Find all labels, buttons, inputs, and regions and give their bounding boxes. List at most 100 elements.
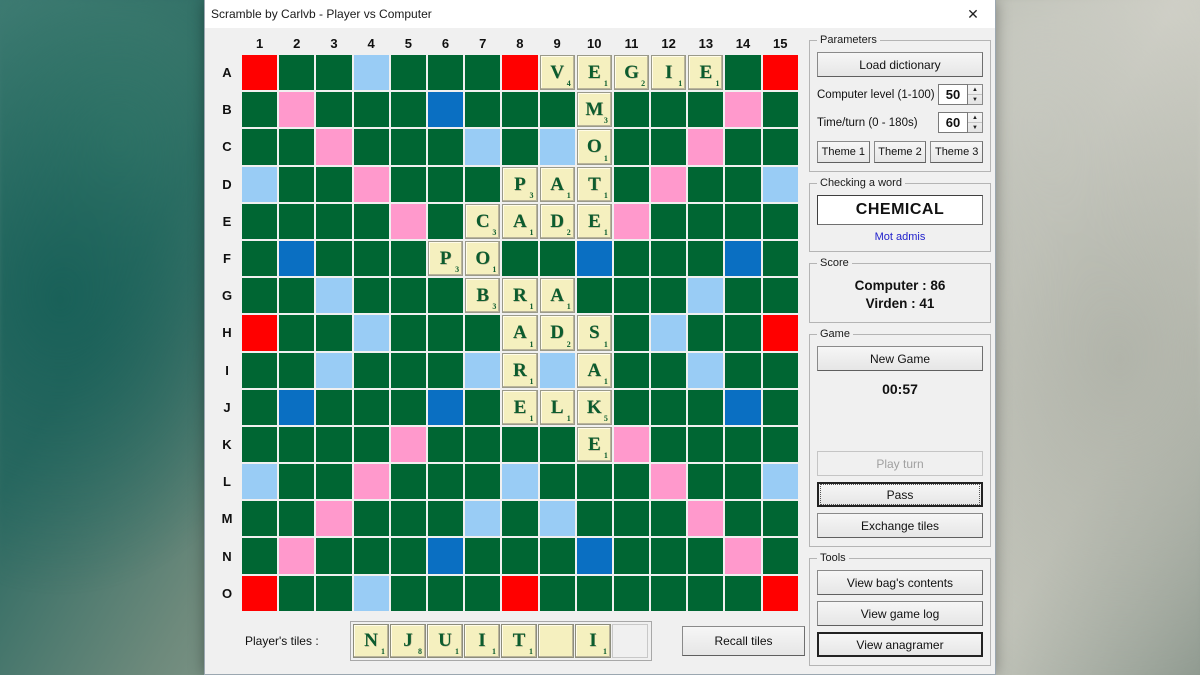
board-cell-N1[interactable] <box>241 537 279 575</box>
board-cell-O6[interactable] <box>426 574 465 612</box>
board-cell-K10[interactable]: E1 <box>575 425 613 464</box>
board-cell-A15[interactable] <box>761 54 799 92</box>
board-cell-D5[interactable] <box>389 165 427 203</box>
board-cell-C8[interactable] <box>501 128 539 166</box>
computer-level-stepper[interactable]: 50 ▲ ▼ <box>938 84 983 105</box>
board-cell-G12[interactable] <box>650 277 688 315</box>
board-cell-M3[interactable] <box>315 500 353 538</box>
board-cell-H2[interactable] <box>278 314 316 352</box>
board-tile-E10[interactable]: E1 <box>576 203 612 239</box>
board-tile-I10[interactable]: A1 <box>576 352 612 388</box>
board-cell-H10[interactable]: S1 <box>575 314 613 352</box>
computer-level-arrows[interactable]: ▲ ▼ <box>968 84 983 105</box>
board-cell-E2[interactable] <box>278 202 316 240</box>
board-cell-E14[interactable] <box>724 202 762 240</box>
board-cell-B12[interactable] <box>650 91 688 129</box>
board-cell-O1[interactable] <box>241 574 279 612</box>
board-cell-C1[interactable] <box>241 128 279 166</box>
board-tile-E9[interactable]: D2 <box>539 203 575 239</box>
board-cell-F5[interactable] <box>389 239 427 278</box>
board-cell-C3[interactable] <box>315 128 353 166</box>
board-cell-L11[interactable] <box>612 463 651 501</box>
board-cell-I6[interactable] <box>426 351 465 389</box>
board-cell-O14[interactable] <box>724 574 762 612</box>
board-cell-D7[interactable] <box>464 165 502 203</box>
board-cell-H14[interactable] <box>724 314 762 352</box>
board-tile-D10[interactable]: T1 <box>576 166 612 202</box>
board-tile-H8[interactable]: A1 <box>502 315 538 351</box>
exchange-tiles-button[interactable]: Exchange tiles <box>817 513 983 538</box>
time-per-turn-stepper[interactable]: 60 ▲ ▼ <box>938 112 983 133</box>
board-cell-A10[interactable]: E1 <box>575 54 613 92</box>
new-game-button[interactable]: New Game <box>817 346 983 371</box>
board-cell-M4[interactable] <box>352 500 390 538</box>
board-cell-J12[interactable] <box>650 388 688 426</box>
board-cell-J9[interactable]: L1 <box>538 388 576 426</box>
board-cell-H5[interactable] <box>389 314 427 352</box>
board-cell-E15[interactable] <box>761 202 799 240</box>
pass-button[interactable]: Pass <box>817 482 983 507</box>
board-cell-A6[interactable] <box>426 54 465 92</box>
board-tile-A12[interactable]: I1 <box>651 55 687 91</box>
board-cell-O5[interactable] <box>389 574 427 612</box>
word-check-input[interactable]: CHEMICAL <box>817 195 983 225</box>
board-tile-J9[interactable]: L1 <box>539 389 575 425</box>
board-cell-N5[interactable] <box>389 537 427 575</box>
board-cell-F10[interactable] <box>575 239 613 278</box>
board-cell-J8[interactable]: E1 <box>501 388 539 426</box>
board-cell-G14[interactable] <box>724 277 762 315</box>
chevron-up-icon[interactable]: ▲ <box>968 85 982 95</box>
board-tile-H9[interactable]: D2 <box>539 315 575 351</box>
board-cell-K3[interactable] <box>315 425 353 464</box>
board-tile-F7[interactable]: O1 <box>465 240 501 277</box>
board-tile-G9[interactable]: A1 <box>539 278 575 314</box>
board-cell-O3[interactable] <box>315 574 353 612</box>
board-cell-D9[interactable]: A1 <box>538 165 576 203</box>
board-cell-B4[interactable] <box>352 91 390 129</box>
board-cell-N3[interactable] <box>315 537 353 575</box>
board-cell-K6[interactable] <box>426 425 465 464</box>
board-cell-K7[interactable] <box>464 425 502 464</box>
board-cell-N9[interactable] <box>538 537 576 575</box>
board-cell-M9[interactable] <box>538 500 576 538</box>
board-cell-M2[interactable] <box>278 500 316 538</box>
board-cell-C13[interactable] <box>687 128 725 166</box>
board-cell-G7[interactable]: B3 <box>464 277 502 315</box>
board-cell-K5[interactable] <box>389 425 427 464</box>
board-cell-M11[interactable] <box>612 500 651 538</box>
board-cell-K11[interactable] <box>612 425 651 464</box>
board-cell-L10[interactable] <box>575 463 613 501</box>
board-tile-E7[interactable]: C3 <box>465 203 501 239</box>
board-cell-G10[interactable] <box>575 277 613 315</box>
board-cell-B14[interactable] <box>724 91 762 129</box>
board-cell-C9[interactable] <box>538 128 576 166</box>
board-cell-M7[interactable] <box>464 500 502 538</box>
board-cell-H8[interactable]: A1 <box>501 314 539 352</box>
board-cell-B1[interactable] <box>241 91 279 129</box>
board-cell-K15[interactable] <box>761 425 799 464</box>
board-cell-B3[interactable] <box>315 91 353 129</box>
board-cell-B9[interactable] <box>538 91 576 129</box>
board-cell-H13[interactable] <box>687 314 725 352</box>
board-cell-C12[interactable] <box>650 128 688 166</box>
board-cell-A1[interactable] <box>241 54 279 92</box>
board-cell-K2[interactable] <box>278 425 316 464</box>
rack-tile-5[interactable]: T1 <box>500 624 537 658</box>
board-cell-O11[interactable] <box>612 574 651 612</box>
chevron-up-icon[interactable]: ▲ <box>968 113 982 123</box>
board-cell-N6[interactable] <box>426 537 465 575</box>
board-cell-I15[interactable] <box>761 351 799 389</box>
board-cell-A5[interactable] <box>389 54 427 92</box>
board-cell-N2[interactable] <box>278 537 316 575</box>
board-cell-B11[interactable] <box>612 91 651 129</box>
board-cell-N10[interactable] <box>575 537 613 575</box>
view-anagramer-button[interactable]: View anagramer <box>817 632 983 657</box>
board-cell-C4[interactable] <box>352 128 390 166</box>
board-tile-A9[interactable]: V4 <box>539 55 575 91</box>
board-cell-G9[interactable]: A1 <box>538 277 576 315</box>
rack-empty-slot[interactable] <box>611 624 648 658</box>
board-cell-B7[interactable] <box>464 91 502 129</box>
board-cell-F3[interactable] <box>315 239 353 278</box>
board-cell-J10[interactable]: K5 <box>575 388 613 426</box>
board-cell-F1[interactable] <box>241 239 279 278</box>
